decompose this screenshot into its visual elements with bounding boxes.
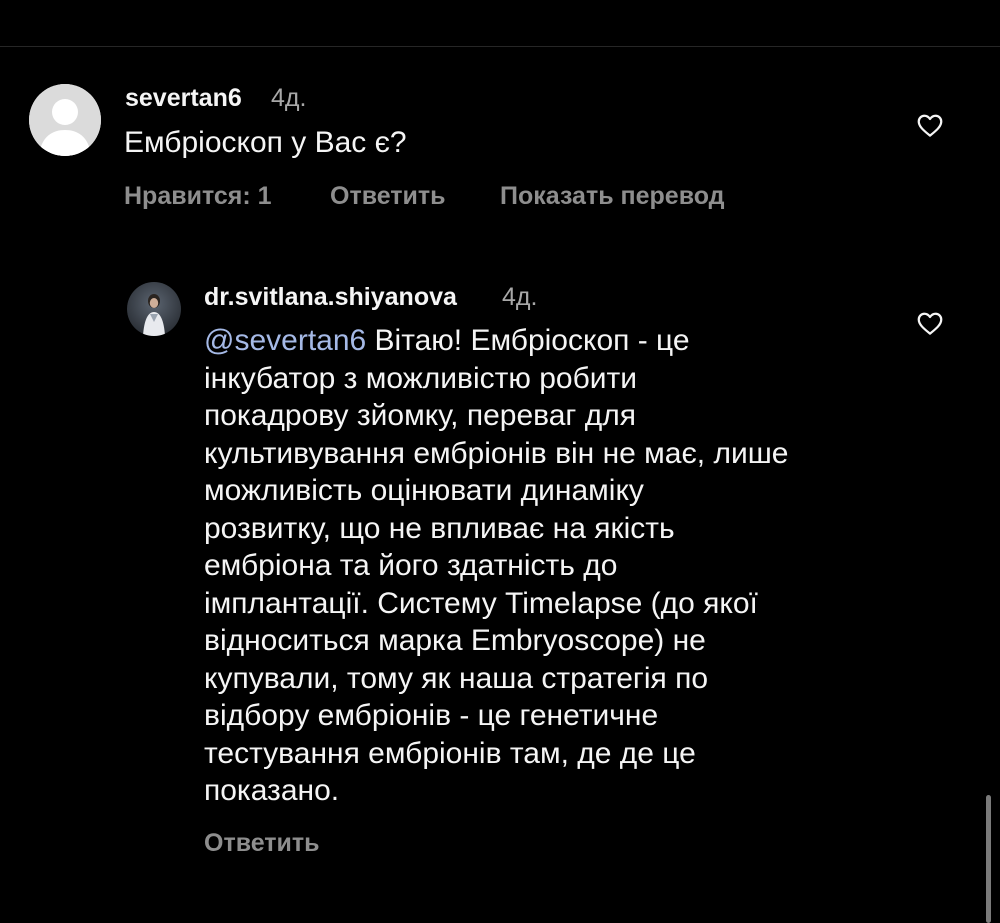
comment-username[interactable]: dr.svitlana.shiyanova	[204, 283, 457, 312]
mention-link[interactable]: @severtan6	[204, 324, 366, 357]
heart-outline-icon[interactable]	[915, 308, 945, 338]
profile-photo	[127, 282, 181, 336]
comment-dr-svitlana-shiyanova: dr.svitlana.shiyanova 4д. @severtan6 Віт…	[0, 0, 1000, 923]
reply-button[interactable]: Ответить	[204, 829, 320, 858]
comment-text: @severtan6 Вітаю! Ембріоскоп - це інкуба…	[204, 322, 904, 810]
scrollbar[interactable]	[986, 795, 991, 923]
comment-time[interactable]: 4д.	[502, 283, 537, 312]
avatar[interactable]	[127, 282, 181, 336]
comment-body: Вітаю! Ембріоскоп - це інкубатор з можли…	[204, 324, 789, 807]
